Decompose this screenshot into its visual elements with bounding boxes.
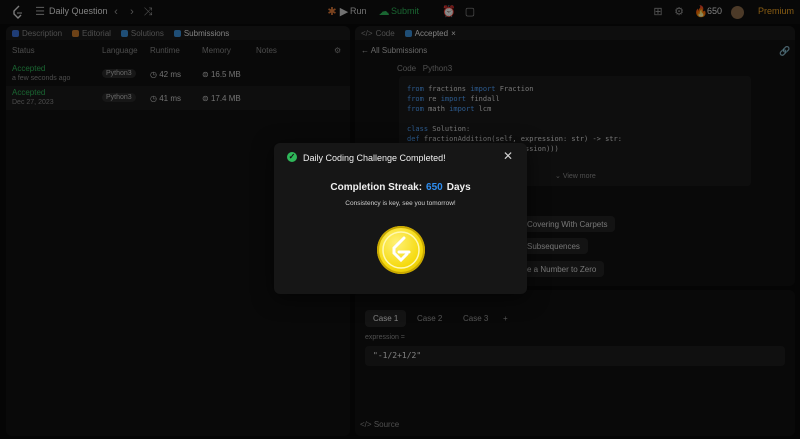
completion-streak: Completion Streak: 650 Days xyxy=(330,182,471,193)
modal-subtitle: Consistency is key, see you tomorrow! xyxy=(345,200,456,207)
modal-title: Daily Coding Challenge Completed! xyxy=(303,153,446,163)
close-icon[interactable]: ✕ xyxy=(502,150,514,162)
check-icon: ✓ xyxy=(287,152,297,162)
completion-modal: ✓ Daily Coding Challenge Completed! ✕ Co… xyxy=(274,143,527,294)
coin-logo-icon xyxy=(382,231,420,269)
coin-badge-icon xyxy=(377,226,425,274)
streak-number: 650 xyxy=(426,182,443,193)
